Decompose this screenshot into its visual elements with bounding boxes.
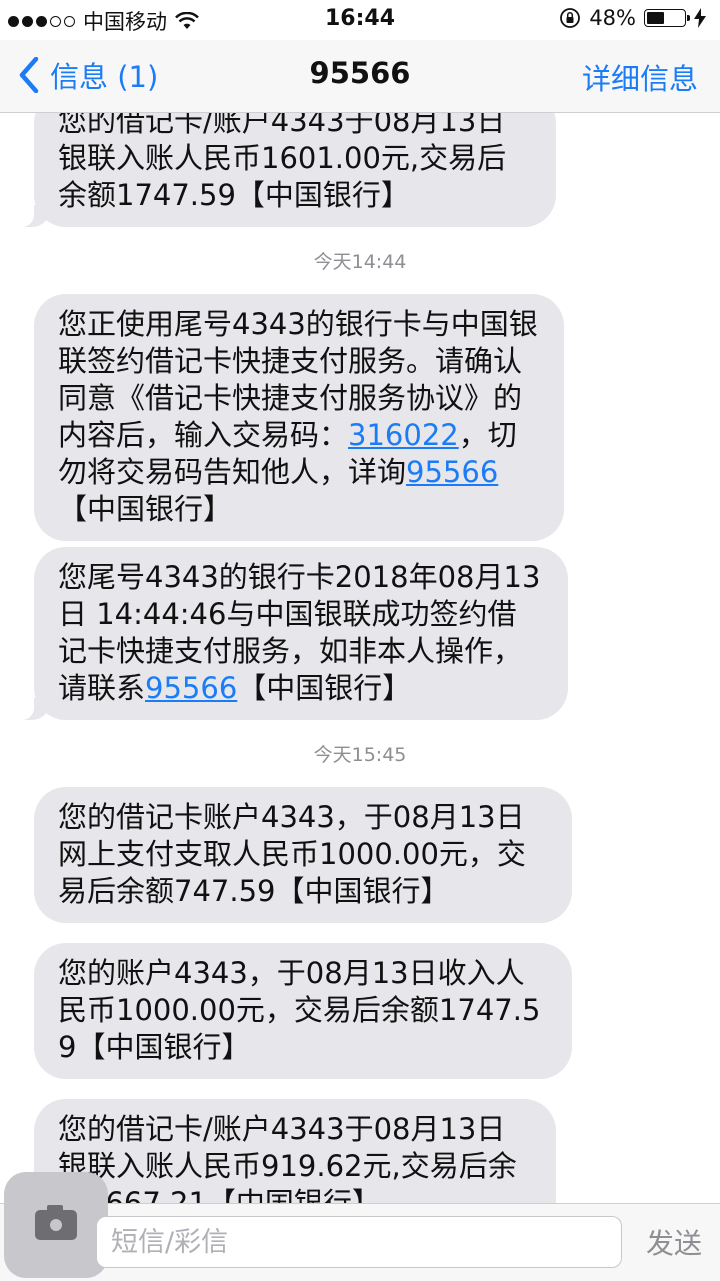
details-button[interactable]: 详细信息 [582,56,698,98]
phone-link[interactable]: 95566 [145,671,237,705]
message-text: 【中国银行】 [237,671,412,705]
orientation-lock-icon [560,8,581,28]
message-text: 您的借记卡/账户4343于08月13日银联入账人民币919.62元,交易后余额2… [58,1112,517,1203]
message-list: 您的借记卡/账户4343于08月13日银联入账人民币1601.00元,交易后余额… [0,113,720,1203]
message-bubble[interactable]: 您的借记卡账户4343，于08月13日网上支付支取人民币1000.00元，交易后… [34,787,572,923]
status-bar: 中国移动 16:44 48% [0,0,720,40]
nav-bar: 信息 (1) 95566 详细信息 [0,40,720,113]
message-bubble[interactable]: 您的账户4343，于08月13日收入人民币1000.00元，交易后余额1747.… [34,943,572,1079]
message-text: 您的借记卡账户4343，于08月13日网上支付支取人民币1000.00元，交易后… [58,800,526,908]
charging-bolt-icon [694,8,706,28]
battery-icon [644,9,690,27]
camera-button[interactable] [4,1172,108,1278]
timestamp: 今天15:45 [313,744,407,766]
message-text: 您的借记卡/账户4343于08月13日银联入账人民币1601.00元,交易后余额… [58,113,507,212]
send-button[interactable]: 发送 [646,1222,702,1262]
input-bar: 发送 [0,1172,720,1281]
camera-icon [35,1205,77,1240]
message-bubble[interactable]: 您尾号4343的银行卡2018年08月13日 14:44:46与中国银联成功签约… [14,547,568,720]
verification-code-link[interactable]: 316022 [348,418,459,452]
status-right: 48% [559,6,706,30]
conversation-view[interactable]: 您的借记卡/账户4343于08月13日银联入账人民币1601.00元,交易后余额… [0,113,720,1203]
battery-percent: 48% [589,6,636,30]
phone-link[interactable]: 95566 [406,455,498,489]
timestamp: 今天14:44 [313,251,407,273]
message-text: 您的账户4343，于08月13日收入人民币1000.00元，交易后余额1747.… [58,956,541,1064]
message-bubble[interactable]: 您的借记卡/账户4343于08月13日银联入账人民币919.62元,交易后余额2… [34,1099,556,1203]
message-bubble[interactable]: 您正使用尾号4343的银行卡与中国银联签约借记卡快捷支付服务。请确认同意《借记卡… [34,294,564,541]
message-text: 【中国银行】 [58,492,233,526]
message-bubble[interactable]: 您的借记卡/账户4343于08月13日银联入账人民币1601.00元,交易后余额… [14,113,556,227]
message-input[interactable] [96,1216,622,1268]
